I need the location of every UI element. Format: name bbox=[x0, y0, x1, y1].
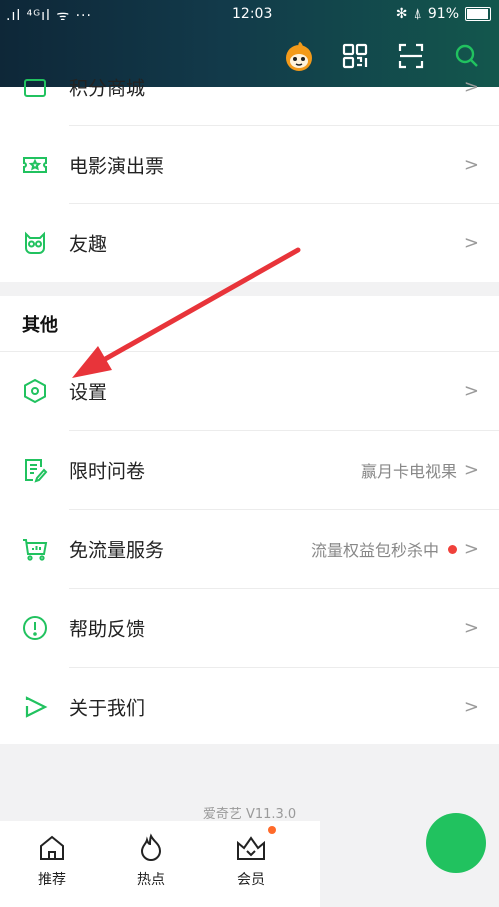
menu-item-label: 电影演出票 bbox=[69, 155, 165, 178]
menu-item-label: 免流量服务 bbox=[69, 539, 165, 562]
menu-item-about-us[interactable]: 关于我们 > bbox=[0, 668, 499, 746]
menu-item-label: 积分商城 bbox=[69, 77, 146, 100]
chevron-right-icon: > bbox=[463, 232, 479, 254]
alarm-icon: ⍋ bbox=[413, 6, 422, 22]
chevron-right-icon: > bbox=[463, 380, 479, 402]
other-section-card: 其他 设置 > 限时问卷 赢月卡电视果 > 免流量服务 流量权益包秒杀中 > 帮… bbox=[0, 296, 499, 744]
settings-hexagon-icon bbox=[22, 378, 48, 404]
floating-action-button[interactable] bbox=[426, 813, 486, 873]
menu-item-help-feedback[interactable]: 帮助反馈 > bbox=[0, 589, 499, 667]
signal-indicator: .ıl ⁴ᴳıl ᯤ ··· bbox=[6, 8, 92, 24]
home-icon bbox=[40, 835, 64, 860]
chevron-right-icon: > bbox=[463, 459, 479, 481]
help-exclamation-icon bbox=[22, 615, 48, 641]
cart-icon bbox=[22, 536, 48, 562]
menu-item-label: 帮助反馈 bbox=[69, 618, 146, 641]
menu-item-label: 友趣 bbox=[69, 233, 108, 256]
about-play-icon bbox=[22, 694, 48, 720]
tab-label: 推荐 bbox=[38, 872, 66, 888]
notification-dot bbox=[268, 826, 276, 834]
menu-item-movie-tickets[interactable]: 电影演出票 > bbox=[0, 126, 499, 204]
menu-item-points-mall[interactable]: 积分商城 > bbox=[0, 48, 499, 126]
flame-icon bbox=[140, 833, 162, 861]
tab-hot[interactable]: 热点 bbox=[121, 821, 181, 907]
menu-item-survey[interactable]: 限时问卷 赢月卡电视果 > bbox=[0, 431, 499, 509]
tab-label: 热点 bbox=[137, 872, 165, 888]
promo-text: 流量权益包秒杀中 bbox=[310, 541, 439, 560]
battery-icon bbox=[465, 7, 491, 21]
chevron-right-icon: > bbox=[463, 538, 479, 560]
chevron-right-icon: > bbox=[463, 154, 479, 176]
survey-icon bbox=[22, 457, 48, 483]
status-bar: .ıl ⁴ᴳıl ᯤ ··· 12:03 ✻ ⍋ 91% bbox=[0, 0, 499, 30]
gift-icon bbox=[22, 74, 48, 100]
chevron-right-icon: > bbox=[463, 617, 479, 639]
ticket-icon bbox=[22, 152, 48, 178]
menu-item-youqu[interactable]: 友趣 > bbox=[0, 204, 499, 282]
crown-icon bbox=[237, 836, 265, 860]
menu-item-settings[interactable]: 设置 > bbox=[0, 352, 499, 430]
menu-item-label: 限时问卷 bbox=[69, 460, 146, 483]
status-right: ✻ ⍋ 91% bbox=[396, 6, 491, 22]
status-time: 12:03 bbox=[232, 6, 273, 22]
menu-item-free-data[interactable]: 免流量服务 流量权益包秒杀中 > bbox=[0, 510, 499, 588]
menu-item-subtitle: 流量权益包秒杀中 bbox=[311, 537, 457, 561]
chevron-right-icon: > bbox=[463, 76, 479, 98]
tab-recommend[interactable]: 推荐 bbox=[22, 821, 82, 907]
chevron-right-icon: > bbox=[463, 696, 479, 718]
menu-card-top: 积分商城 > 电影演出票 > 友趣 > bbox=[0, 77, 499, 282]
section-title: 其他 bbox=[22, 315, 58, 336]
battery-percent: 91% bbox=[427, 6, 459, 22]
tab-label: 会员 bbox=[237, 872, 265, 888]
menu-item-label: 设置 bbox=[69, 381, 108, 404]
bluetooth-icon: ✻ bbox=[395, 6, 408, 22]
notification-dot bbox=[448, 544, 457, 554]
menu-item-subtitle: 赢月卡电视果 bbox=[360, 462, 457, 481]
menu-item-label: 关于我们 bbox=[69, 697, 146, 720]
app-version: 爱奇艺 V11.3.0 bbox=[202, 807, 297, 822]
friends-owl-icon bbox=[22, 230, 48, 256]
